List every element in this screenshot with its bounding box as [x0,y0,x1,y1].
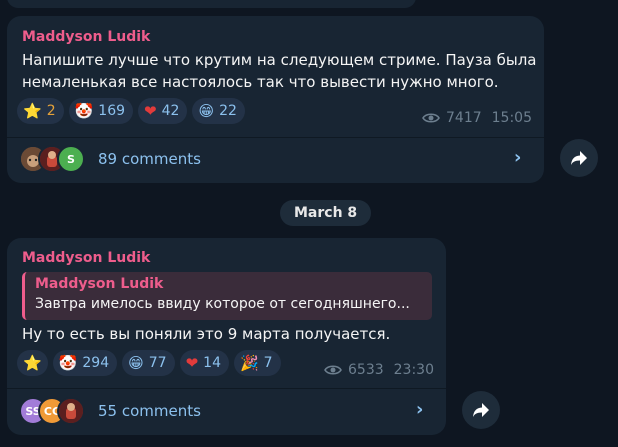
reaction-count: 2 [46,103,56,119]
clown-icon: 🤡 [74,101,94,120]
reactions-bar: ⭐ 🤡 294 😁 77 ❤ 14 🎉 7 [17,350,281,376]
reaction-clown[interactable]: 🤡 169 [68,98,134,124]
reaction-count: 22 [219,103,237,119]
star-icon: ⭐ [23,101,42,120]
reactions-bar: ⭐ 2 🤡 169 ❤ 42 😁 22 [17,98,245,124]
avatar: S [57,145,85,173]
eye-icon [324,365,342,375]
commenter-avatars: S [19,145,85,173]
share-button[interactable] [560,139,598,177]
avatar [57,397,85,425]
reaction-count: 42 [161,103,180,119]
reaction-star[interactable]: ⭐ 2 [17,98,64,124]
comments-divider [7,137,544,138]
clown-icon: 🤡 [58,353,78,372]
view-count: 7417 [446,110,482,126]
chevron-right-icon[interactable]: › [514,147,521,168]
reaction-party[interactable]: 🎉 7 [233,350,281,376]
grin-icon: 😁 [128,353,144,372]
commenter-avatars: SS CC [19,397,85,425]
reaction-heart[interactable]: ❤ 14 [179,350,229,376]
chevron-right-icon[interactable]: › [416,399,423,420]
reaction-count: 169 [98,103,126,119]
share-icon [473,403,489,417]
message-text-line: немаленькая все настоялось так что вывес… [22,73,499,91]
reaction-count: 14 [203,355,221,371]
reaction-count: 77 [148,355,167,371]
message-text-line: Напишите лучше что крутим на следующем с… [22,51,537,69]
comments-count-label: 55 comments [98,402,201,420]
comments-divider [7,388,446,389]
reaction-star[interactable]: ⭐ [17,350,48,376]
star-icon: ⭐ [23,353,42,372]
reaction-grin[interactable]: 😁 77 [122,350,175,376]
reaction-grin[interactable]: 😁 22 [192,98,245,124]
comments-button[interactable]: S 89 comments [19,145,201,173]
heart-icon: ❤ [185,353,199,372]
reaction-count: 294 [82,355,110,371]
reaction-heart[interactable]: ❤ 42 [138,98,188,124]
previous-message-bubble [7,0,416,8]
quote-author: Maddyson Ludik [35,276,164,292]
message-meta: 6533 23:30 [324,362,434,378]
message-meta: 7417 15:05 [422,110,532,126]
message-time: 23:30 [393,362,434,378]
eye-icon [422,113,440,123]
message-author[interactable]: Maddyson Ludik [22,29,150,45]
comments-button[interactable]: SS CC 55 comments [19,397,201,425]
reaction-count: 7 [263,355,273,371]
grin-icon: 😁 [198,101,215,120]
comments-count-label: 89 comments [98,150,201,168]
quote-text: Завтра имелось ввиду которое от сегодняш… [35,296,410,312]
heart-icon: ❤ [144,101,157,120]
reply-quote[interactable]: Maddyson Ludik Завтра имелось ввиду кото… [22,272,432,320]
message-time: 15:05 [491,110,532,126]
share-icon [571,151,587,165]
message-text-line: Ну то есть вы поняли это 9 марта получае… [22,325,391,343]
reaction-clown[interactable]: 🤡 294 [52,350,118,376]
party-popper-icon: 🎉 [239,353,259,372]
date-separator: March 8 [280,200,372,226]
message-author[interactable]: Maddyson Ludik [22,250,150,266]
view-count: 6533 [348,362,384,378]
share-button[interactable] [462,391,500,429]
